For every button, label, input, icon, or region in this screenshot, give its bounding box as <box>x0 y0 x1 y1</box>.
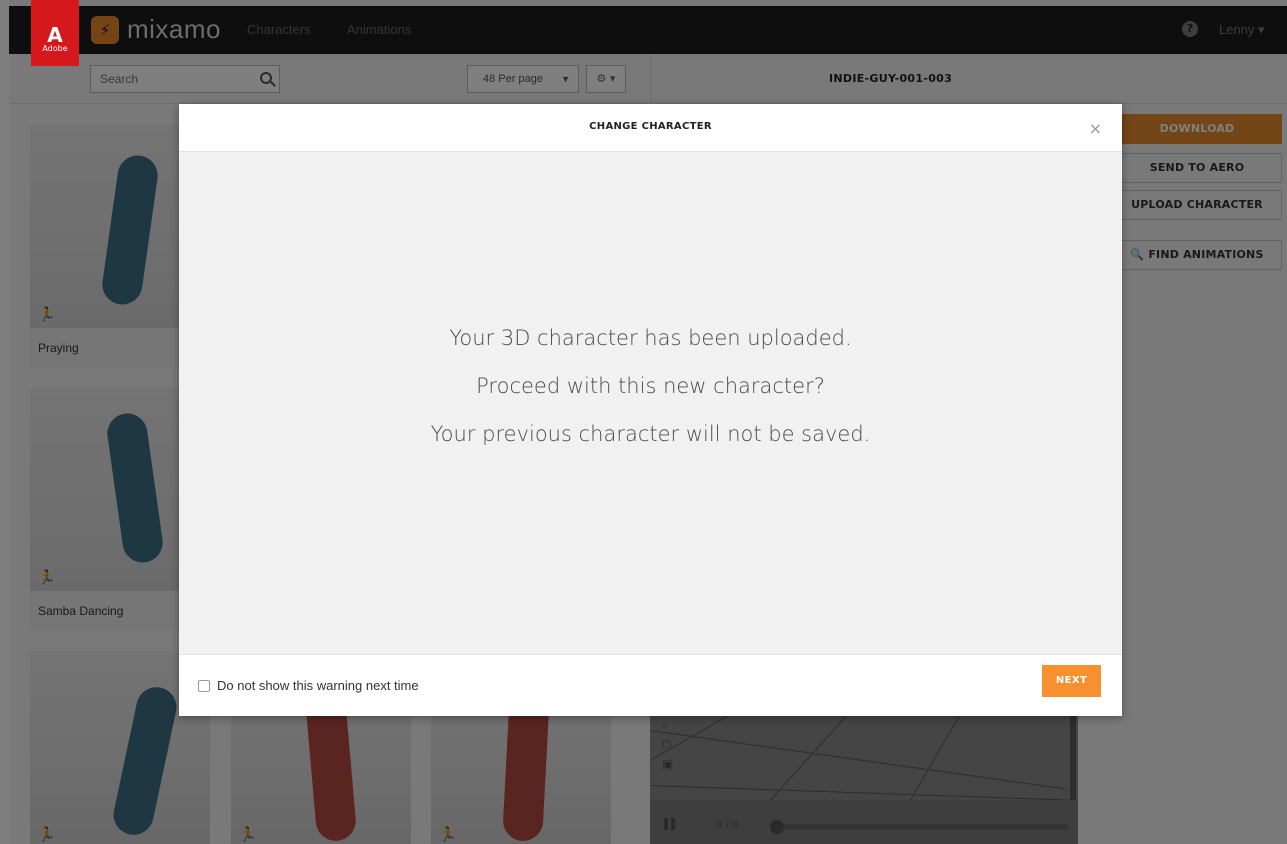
adobe-label: Adobe <box>42 44 68 53</box>
dont-show-again-checkbox[interactable] <box>198 680 210 692</box>
adobe-logo[interactable]: A Adobe <box>31 0 79 66</box>
dialog-message-line: Your previous character will not be save… <box>430 422 871 446</box>
dialog-message-line: Your 3D character has been uploaded. <box>449 326 852 350</box>
checkbox-label[interactable]: Do not show this warning next time <box>217 678 419 693</box>
dialog-title: CHANGE CHARACTER <box>589 121 712 132</box>
dialog-message-line: Proceed with this new character? <box>476 374 825 398</box>
dialog-body: Your 3D character has been uploaded. Pro… <box>179 152 1122 654</box>
adobe-glyph: A <box>47 23 63 47</box>
dialog-footer: Do not show this warning next time NEXT <box>179 654 1122 716</box>
change-character-dialog: CHANGE CHARACTER × Your 3D character has… <box>179 104 1122 716</box>
dialog-header: CHANGE CHARACTER × <box>179 104 1122 152</box>
close-icon[interactable]: × <box>1089 119 1102 138</box>
next-button[interactable]: NEXT <box>1042 665 1101 697</box>
